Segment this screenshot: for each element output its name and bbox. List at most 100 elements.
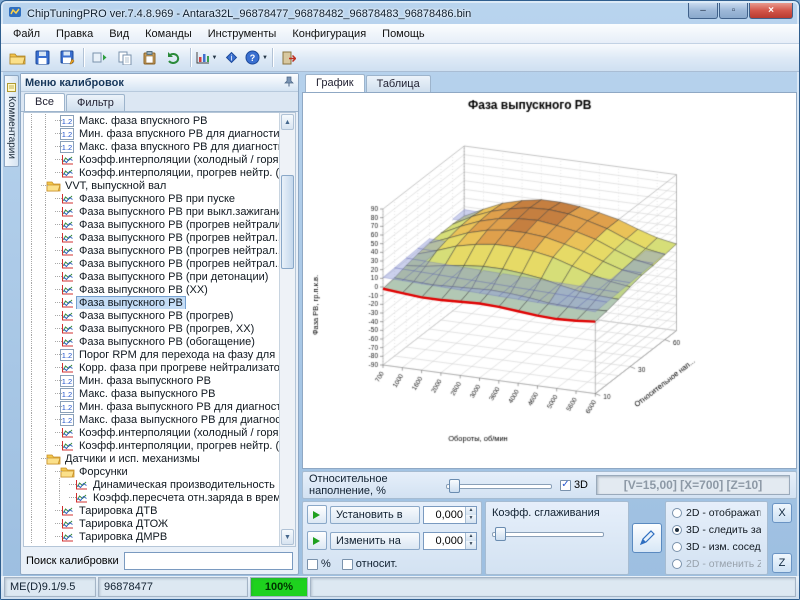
tree-scrollbar[interactable]: ▲ ▼ [279, 113, 295, 546]
smoothing-slider-thumb[interactable] [495, 527, 506, 541]
filter-tab-0[interactable]: Все [24, 93, 65, 111]
tree-item[interactable]: Тарировка ДМРВ [24, 530, 279, 543]
menu-item-6[interactable]: Помощь [374, 26, 433, 42]
pin-icon[interactable] [284, 76, 294, 90]
toolbar-save-as-button[interactable] [55, 46, 80, 69]
tree-item[interactable]: 1.2Порог RPM для перехода на фазу для ре… [24, 348, 279, 361]
toolbar-paste-button[interactable] [137, 46, 162, 69]
view-tab-0[interactable]: График [305, 74, 365, 92]
change-spin-buttons[interactable]: ▲▼ [465, 533, 476, 549]
tree-item[interactable]: Фаза выпускного РВ (прогрев) [24, 309, 279, 322]
tree-item[interactable]: Фаза выпускного РВ (прогрев нейтрал., хо… [24, 231, 279, 244]
tree-item[interactable]: Коэфф.интерполяции, прогрев нейтр. (холо… [24, 439, 279, 452]
option-radio-2[interactable] [672, 542, 682, 552]
tree-item[interactable]: VVT, выпускной вал [24, 179, 279, 192]
tree-item[interactable]: Фаза выпускного РВ (при детонации) [24, 270, 279, 283]
scroll-thumb[interactable] [281, 175, 294, 269]
x-axis-button[interactable]: X [772, 503, 792, 523]
tree-item[interactable]: 1.2Мин. фаза выпускного РВ для диагности… [24, 400, 279, 413]
dropdown-arrow-icon[interactable]: ▼ [212, 55, 218, 61]
surface-chart[interactable] [303, 93, 797, 469]
menu-item-4[interactable]: Инструменты [200, 26, 285, 42]
apply-change-button[interactable] [307, 531, 327, 550]
option-label-1: 3D - следить за мышью [686, 524, 761, 536]
menu-item-0[interactable]: Файл [5, 26, 48, 42]
tree-item[interactable]: Фаза выпускного РВ (обогащение) [24, 335, 279, 348]
tree-item[interactable]: Фаза выпускного РВ при пуске [24, 192, 279, 205]
apply-set-button[interactable] [307, 505, 327, 524]
tree-item[interactable]: 1.2Макс. фаза впускного РВ [24, 114, 279, 127]
title-bar[interactable]: ChipTuningPRO ver.7.4.8.969 - Antara32L_… [1, 1, 799, 24]
load-slider[interactable] [446, 477, 552, 493]
tree-item-label: Коэфф.пересчета отн.заряда в время впрыс… [91, 492, 279, 504]
menu-item-3[interactable]: Команды [137, 26, 200, 42]
relative-checkbox[interactable] [342, 559, 353, 570]
load-slider-thumb[interactable] [449, 479, 460, 493]
menu-item-1[interactable]: Правка [48, 26, 101, 42]
smoothing-slider[interactable] [492, 525, 604, 541]
menu-item-5[interactable]: Конфигурация [284, 26, 374, 42]
filter-tab-1[interactable]: Фильтр [66, 94, 125, 111]
option-radio-0[interactable] [672, 508, 682, 518]
tree-item[interactable]: Фаза выпускного РВ (прогрев нейтрализато… [24, 218, 279, 231]
tree-item[interactable]: Фаза выпускного РВ (прогрев нейтрал., ХХ… [24, 244, 279, 257]
set-spin-buttons[interactable]: ▲▼ [465, 507, 476, 523]
toolbar-save-button[interactable] [30, 46, 55, 69]
tree-item[interactable]: Фаза выпускного РВ [24, 296, 279, 309]
scroll-down-icon[interactable]: ▼ [281, 529, 294, 545]
tree-item[interactable]: Фаза выпускного РВ (прогрев нейтрал., ХХ… [24, 257, 279, 270]
svg-text:1.2: 1.2 [62, 390, 72, 399]
tree-item[interactable]: Форсунки [24, 465, 279, 478]
tree-item[interactable]: Фаза выпускного РВ при выкл.зажигания [24, 205, 279, 218]
tree-item[interactable]: Коэфф.интерполяции (холодный / горячий) [24, 153, 279, 166]
tree-item[interactable]: 1.2Макс. фаза выпускного РВ [24, 387, 279, 400]
tree-item[interactable]: 1.2Мин. фаза выпускного РВ [24, 374, 279, 387]
scroll-up-icon[interactable]: ▲ [281, 114, 294, 130]
side-strip: Комментарии [3, 72, 20, 576]
tree-item[interactable]: 1.2Макс. фаза выпускного РВ для диагност… [24, 413, 279, 426]
tree-item[interactable]: Фаза выпускного РВ (прогрев, ХХ) [24, 322, 279, 335]
tree-item[interactable]: Корр. фаза при прогреве нейтрализатора [24, 361, 279, 374]
z-axis-button[interactable]: Z [772, 553, 792, 573]
maximize-button[interactable]: ▫ [719, 3, 748, 19]
controls-area: Относительное наполнение, % ✓ 3D [V=15,0… [302, 469, 797, 575]
svg-text:1.2: 1.2 [62, 130, 72, 139]
comments-tab[interactable]: Комментарии [4, 75, 19, 167]
dropdown-arrow-icon[interactable]: ▼ [262, 55, 268, 61]
option-row-0: 2D - отображать все точки [672, 506, 761, 519]
menu-item-2[interactable]: Вид [101, 26, 137, 42]
tree-item[interactable]: 1.2Мин. фаза впускного РВ для диагностик… [24, 127, 279, 140]
percent-checkbox[interactable] [307, 559, 318, 570]
change-button[interactable]: Изменить на [330, 532, 420, 550]
tree-item[interactable]: Датчики и исп. механизмы [24, 452, 279, 465]
note-icon [6, 83, 17, 92]
minimize-button[interactable]: – [688, 3, 718, 19]
toolbar-copy-button[interactable] [112, 46, 137, 69]
tree-item[interactable]: Динамическая производительность [24, 478, 279, 491]
change-value-input[interactable] [424, 533, 465, 549]
option-radio-1[interactable] [672, 525, 682, 535]
toolbar-exit-button[interactable] [276, 46, 301, 69]
toolbar-undo-button[interactable] [162, 46, 187, 69]
set-button[interactable]: Установить в [330, 506, 420, 524]
toolbar-diamond-button[interactable]: i [219, 46, 244, 69]
toolbar-open-button[interactable] [5, 46, 30, 69]
set-value-input[interactable] [424, 507, 465, 523]
tree-item[interactable]: 1.2Макс. фаза впускного РВ для диагности… [24, 140, 279, 153]
tree-item[interactable]: Коэфф.интерполяции (холодный / горячий) [24, 426, 279, 439]
view-tab-1[interactable]: Таблица [366, 75, 431, 92]
toolbar-help-button[interactable]: ?▼ [244, 46, 269, 69]
svg-text:?: ? [250, 53, 256, 63]
search-input[interactable] [124, 552, 293, 570]
tree-item[interactable]: Фаза выпускного РВ (ХХ) [24, 283, 279, 296]
close-button[interactable]: × [749, 3, 793, 19]
toolbar-export-button[interactable] [87, 46, 112, 69]
tree-item[interactable]: Коэфф.пересчета отн.заряда в время впрыс… [24, 491, 279, 504]
edit-button[interactable] [632, 523, 662, 553]
view-3d-checkbox[interactable]: ✓ [560, 480, 571, 491]
toolbar-chart-button[interactable]: ▼ [194, 46, 219, 69]
tree-item-label: Динамическая производительность [91, 479, 277, 491]
tree-item[interactable]: Тарировка ДТВ [24, 504, 279, 517]
tree-item[interactable]: Тарировка ДТОЖ [24, 517, 279, 530]
tree-item[interactable]: Коэфф.интерполяции, прогрев нейтр. (холо… [24, 166, 279, 179]
